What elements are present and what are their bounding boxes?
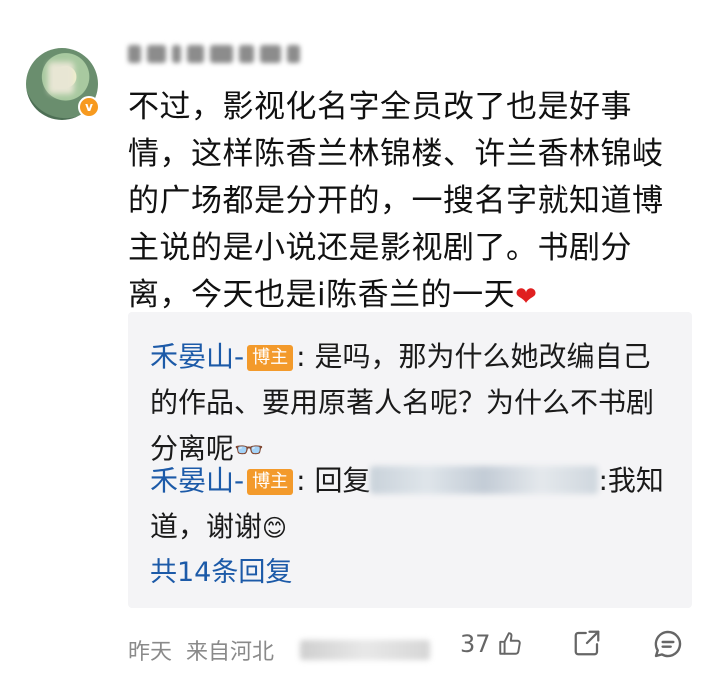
like-button[interactable]: 37 bbox=[460, 630, 523, 658]
comment-button[interactable] bbox=[652, 628, 684, 660]
replies-panel: 禾晏山- 博主: 是吗，那为什么她改编自己的作品、要用原著人名呢？为什么不书剧分离… bbox=[128, 312, 692, 608]
author-tag-badge: 博主 bbox=[247, 345, 294, 371]
watermark-blurred bbox=[300, 640, 430, 660]
username-blurred[interactable] bbox=[128, 42, 300, 66]
share-icon bbox=[572, 628, 602, 658]
like-count: 37 bbox=[460, 630, 491, 658]
author-tag-badge: 博主 bbox=[247, 469, 294, 495]
comment-bubble-icon bbox=[652, 628, 684, 660]
thumbs-up-icon bbox=[497, 631, 523, 657]
blurred-username[interactable] bbox=[370, 466, 599, 494]
heart-emoji-icon: ❤ bbox=[515, 282, 538, 312]
share-button[interactable] bbox=[572, 628, 602, 658]
comment-time: 昨天 bbox=[128, 640, 173, 665]
comment-location: 来自河北 bbox=[186, 640, 275, 665]
reply-author-link[interactable]: 禾晏山- bbox=[150, 340, 244, 373]
avatar-image bbox=[48, 62, 74, 94]
reply-item: 禾晏山- 博主: 是吗，那为什么她改编自己的作品、要用原著人名呢？为什么不书剧分离… bbox=[150, 334, 678, 473]
reply-author-link[interactable]: 禾晏山- bbox=[150, 464, 244, 497]
comment-meta: 昨天 来自河北 bbox=[128, 634, 274, 666]
reply-item: 禾晏山- 博主: 回复:我知道，谢谢😊 bbox=[150, 458, 678, 551]
verified-badge-icon: v bbox=[78, 96, 100, 118]
comment-text: 不过，影视化名字全员改了也是好事情，这样陈香兰林锦楼、许兰香林锦岐的广场都是分开… bbox=[128, 89, 664, 313]
smile-emoji-icon: 😊 bbox=[262, 514, 288, 542]
more-replies-link[interactable]: 共14条回复 bbox=[150, 550, 292, 589]
reply-prefix: : 回复 bbox=[296, 464, 371, 497]
